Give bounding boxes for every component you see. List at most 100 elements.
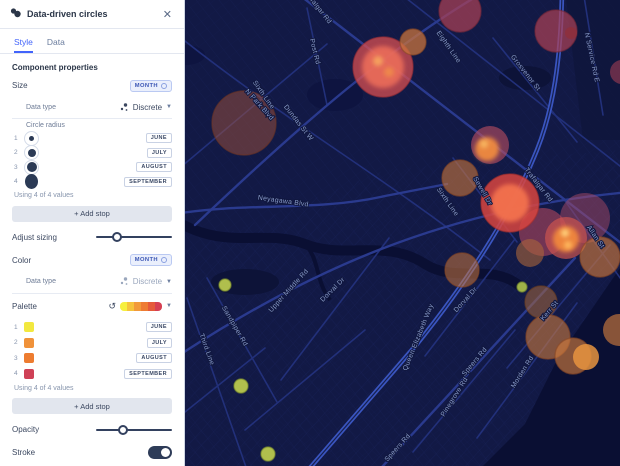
stop-index: 2 (14, 339, 18, 347)
palette-stop-row[interactable]: 4 SEPTEMBER (14, 366, 172, 382)
palette-label: Palette (12, 301, 37, 311)
color-swatch[interactable] (24, 322, 34, 333)
circle-radius-label: Circle radius (26, 122, 65, 129)
circle-layer-icon (10, 5, 21, 23)
size-row: Size MONTH (12, 74, 172, 97)
map-data-circle[interactable] (573, 344, 599, 370)
stop-index: 3 (14, 354, 18, 362)
slider-handle[interactable] (112, 232, 123, 242)
radius-stop-row[interactable]: 3 AUGUST (14, 159, 172, 175)
map-data-circle[interactable] (565, 27, 577, 39)
close-icon[interactable]: ✕ (161, 8, 174, 21)
map-data-circle[interactable] (384, 67, 394, 77)
slider-handle[interactable] (118, 424, 129, 435)
stop-index: 2 (14, 149, 18, 157)
radius-swatch (24, 159, 39, 175)
map-data-circle[interactable] (491, 184, 529, 222)
palette-stops-list: 1 JUNE 2 JULY 3 AUGUST 4 SEPTEMBER (14, 320, 172, 382)
size-data-type-dropdown[interactable]: Discrete ▼ (120, 103, 172, 112)
adjust-sizing-label: Adjust sizing (12, 232, 57, 242)
opacity-label: Opacity (12, 425, 40, 434)
layer-properties-panel: Data-driven circles ✕ Style Data Compone… (0, 0, 185, 466)
palette-usage-note: Using 4 of 4 values (14, 384, 74, 392)
size-data-type-row: Data type Discrete ▼ (12, 97, 172, 117)
panel-body: Component properties Size MONTH Data typ… (0, 63, 184, 466)
adjust-sizing-slider[interactable] (96, 231, 172, 243)
flip-palette-icon[interactable]: ↺ (109, 301, 117, 311)
map-data-circle[interactable] (362, 46, 404, 88)
stroke-label: Stroke (12, 448, 36, 457)
color-swatch[interactable] (24, 337, 34, 348)
map-data-circle[interactable] (564, 241, 572, 249)
panel-title: Data-driven circles (27, 9, 108, 19)
opacity-row: Opacity (12, 418, 172, 441)
map-data-circle[interactable] (233, 378, 249, 394)
color-row: Color MONTH (12, 249, 172, 272)
panel-header: Data-driven circles ✕ (0, 0, 184, 29)
color-field-badge[interactable]: MONTH (129, 254, 172, 266)
chevron-down-icon: ▼ (166, 278, 172, 285)
radius-usage-note: Using 4 of 4 values (14, 192, 74, 199)
stroke-row: Stroke (12, 441, 172, 464)
tab-data[interactable]: Data (47, 37, 65, 53)
palette-stop-row[interactable]: 1 JUNE (14, 320, 172, 336)
palette-stop-row[interactable]: 2 JULY (14, 335, 172, 351)
data-type-label: Data type (26, 278, 56, 285)
map-data-circle[interactable] (561, 229, 569, 237)
map-data-circle[interactable] (399, 28, 427, 56)
palette-gradient-swatch[interactable] (120, 301, 163, 311)
size-label: Size (12, 81, 28, 90)
stop-value-badge[interactable]: SEPTEMBER (124, 176, 172, 187)
studio-app: Data-driven circles ✕ Style Data Compone… (0, 0, 620, 466)
stop-value-badge[interactable]: AUGUST (136, 162, 172, 173)
color-label: Color (12, 255, 32, 265)
color-data-type-row: Data type Discrete ▼ (12, 272, 172, 292)
map-data-circle[interactable] (516, 239, 544, 267)
map-canvas[interactable]: Trafalgar Rd Sixth Line Post Rd Eighth Line… (185, 0, 620, 466)
badge-icon (161, 82, 167, 89)
section-title: Component properties (12, 63, 98, 72)
data-type-label: Data type (26, 103, 56, 111)
palette-stop-row[interactable]: 3 AUGUST (14, 351, 172, 367)
radius-swatch (24, 130, 39, 146)
chevron-down-icon[interactable]: ▼ (166, 303, 172, 309)
panel-tabs: Style Data (0, 29, 184, 54)
radius-stops-list: 1 JUNE 2 JULY 3 AUGUST 4 SEPTEMBER (14, 130, 172, 190)
map-data-circle[interactable] (373, 56, 383, 66)
adjust-sizing-row: Adjust sizing (12, 226, 172, 249)
radius-swatch (24, 145, 39, 161)
map-data-circle[interactable] (475, 137, 499, 161)
map-data-circle[interactable] (218, 278, 232, 292)
map-data-circle[interactable] (480, 140, 488, 148)
stop-value-badge[interactable]: JUNE (145, 133, 172, 144)
tab-style[interactable]: Style (14, 37, 33, 53)
badge-icon (161, 257, 167, 263)
color-data-type-dropdown[interactable]: Discrete ▼ (120, 277, 172, 286)
stop-value-badge[interactable]: JULY (146, 337, 172, 348)
chevron-down-icon: ▼ (166, 104, 172, 110)
add-stop-button[interactable]: + Add stop (12, 205, 172, 222)
map-data-circle[interactable] (516, 281, 528, 293)
stop-value-badge[interactable]: JUNE (145, 322, 172, 333)
color-swatch[interactable] (24, 368, 34, 379)
map-data-circle[interactable] (260, 446, 276, 462)
add-stop-button[interactable]: + Add stop (12, 398, 172, 414)
stop-index: 4 (14, 178, 18, 186)
radius-swatch (24, 174, 39, 190)
radius-stop-row[interactable]: 4 SEPTEMBER (14, 174, 172, 190)
stop-index: 3 (14, 163, 18, 171)
radius-stop-row[interactable]: 1 JUNE (14, 130, 172, 146)
map-data-circle[interactable] (444, 252, 480, 288)
stop-value-badge[interactable]: SEPTEMBER (124, 368, 172, 379)
opacity-slider[interactable] (96, 424, 172, 436)
stop-value-badge[interactable]: JULY (146, 147, 172, 158)
radius-stop-row[interactable]: 2 JULY (14, 145, 172, 161)
stop-index: 1 (14, 134, 18, 142)
discrete-dots-icon (120, 277, 129, 286)
size-field-badge[interactable]: MONTH (129, 79, 172, 92)
stop-value-badge[interactable]: AUGUST (136, 353, 172, 364)
palette-row: Palette ↺ ▼ (12, 295, 172, 318)
stroke-toggle[interactable] (148, 446, 172, 459)
color-swatch[interactable] (24, 353, 34, 364)
stop-index: 1 (14, 323, 18, 331)
